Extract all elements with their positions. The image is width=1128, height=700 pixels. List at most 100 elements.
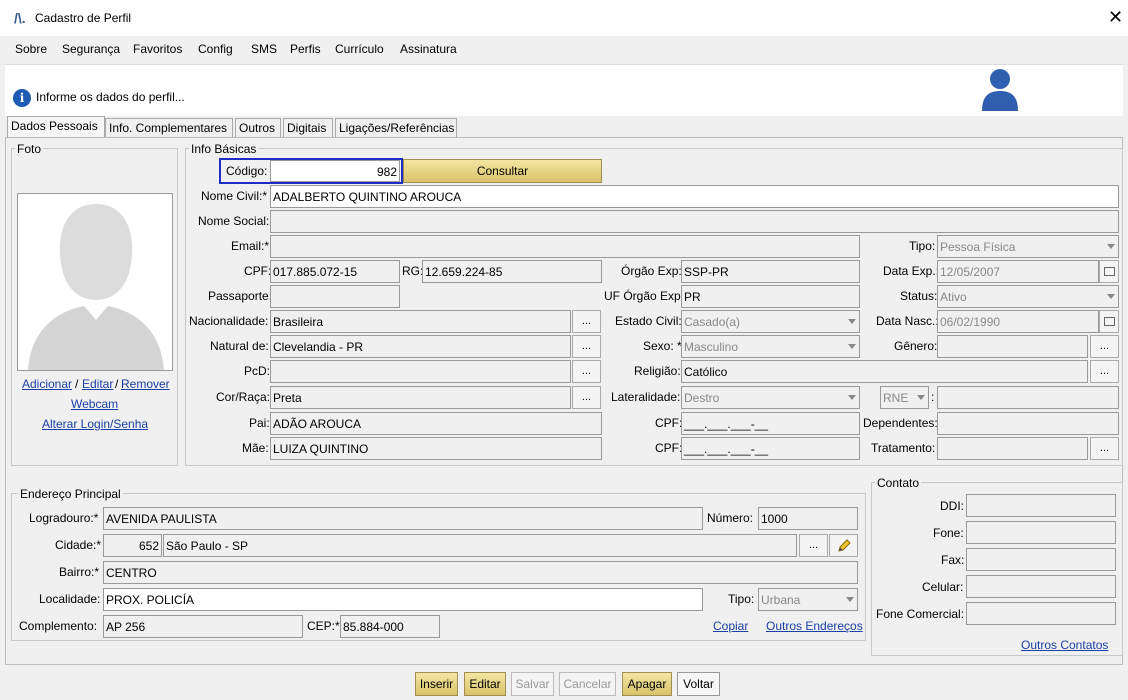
natural-lookup-button[interactable]: ... bbox=[572, 335, 601, 358]
orgao-exp-input[interactable]: SSP-PR bbox=[681, 260, 860, 283]
tratamento-lookup-button[interactable]: ... bbox=[1090, 437, 1119, 460]
data-nasc-calendar-button[interactable] bbox=[1099, 310, 1119, 333]
status-label: Status: bbox=[900, 289, 938, 303]
consultar-button[interactable]: Consultar bbox=[403, 159, 602, 183]
tab-ligacoes-referencias[interactable]: Ligações/Referências bbox=[335, 118, 457, 138]
cidade-edit-button[interactable] bbox=[829, 534, 858, 557]
numero-input[interactable]: 1000 bbox=[758, 507, 858, 530]
status-value: Ativo bbox=[940, 290, 967, 304]
genero-label: Gênero: bbox=[894, 339, 938, 353]
pai-input[interactable]: ADÃO AROUCA bbox=[270, 412, 602, 435]
cpf-mae-input[interactable]: ___.___.___-__ bbox=[681, 437, 860, 460]
close-icon[interactable]: ✕ bbox=[1108, 7, 1123, 28]
editar-photo-link[interactable]: Editar bbox=[82, 377, 113, 391]
lateralidade-label: Lateralidade: bbox=[611, 390, 681, 404]
editar-button[interactable]: Editar bbox=[464, 672, 506, 696]
email-label: Email:* bbox=[231, 239, 270, 253]
cor-raca-lookup-button[interactable]: ... bbox=[572, 386, 601, 409]
voltar-button[interactable]: Voltar bbox=[677, 672, 720, 696]
bairro-input[interactable]: CENTRO bbox=[103, 561, 858, 584]
tab-outros[interactable]: Outros bbox=[235, 118, 281, 138]
menu-sms[interactable]: SMS bbox=[251, 42, 277, 56]
uf-orgao-input[interactable]: PR bbox=[681, 285, 860, 308]
nacionalidade-input[interactable]: Brasileira bbox=[270, 310, 571, 333]
pencil-icon bbox=[837, 539, 851, 552]
menu-favoritos[interactable]: Favoritos bbox=[133, 42, 182, 56]
rne-input[interactable] bbox=[937, 386, 1119, 409]
alterar-login-link[interactable]: Alterar Login/Senha bbox=[42, 417, 148, 431]
pai-label: Pai: bbox=[249, 416, 270, 430]
nome-social-input[interactable] bbox=[270, 210, 1119, 233]
nacionalidade-lookup-button[interactable]: ... bbox=[572, 310, 601, 333]
salvar-button[interactable]: Salvar bbox=[511, 672, 554, 696]
menu-sobre[interactable]: Sobre bbox=[15, 42, 47, 56]
tab-info-complementares[interactable]: Info. Complementares bbox=[105, 118, 233, 138]
natural-label: Natural de: bbox=[210, 339, 269, 353]
natural-input[interactable]: Clevelandia - PR bbox=[270, 335, 571, 358]
tab-dados-pessoais[interactable]: Dados Pessoais bbox=[7, 116, 105, 138]
cidade-codigo-input[interactable]: 652 bbox=[103, 534, 162, 557]
fone-comercial-input[interactable] bbox=[966, 602, 1116, 625]
genero-input[interactable] bbox=[937, 335, 1088, 358]
logradouro-input[interactable]: AVENIDA PAULISTA bbox=[103, 507, 703, 530]
email-input[interactable] bbox=[270, 235, 860, 258]
cor-raca-input[interactable]: Preta bbox=[270, 386, 571, 409]
data-nasc-input[interactable]: 06/02/1990 bbox=[937, 310, 1099, 333]
data-exp-input[interactable]: 12/05/2007 bbox=[937, 260, 1099, 283]
menu-seguranca[interactable]: Segurança bbox=[62, 42, 120, 56]
lateralidade-select[interactable]: Destro bbox=[681, 386, 860, 409]
celular-label: Celular: bbox=[922, 580, 964, 594]
remover-link[interactable]: Remover bbox=[121, 377, 170, 391]
apagar-button[interactable]: Apagar bbox=[622, 672, 672, 696]
localidade-input[interactable]: PROX. POLICÍA bbox=[103, 588, 703, 611]
estado-civil-value: Casado(a) bbox=[684, 315, 741, 329]
data-exp-calendar-button[interactable] bbox=[1099, 260, 1119, 283]
tipo-select[interactable]: Pessoa Física bbox=[937, 235, 1119, 258]
pcd-input[interactable] bbox=[270, 360, 571, 383]
cidade-lookup-button[interactable]: ... bbox=[799, 534, 828, 557]
codigo-input[interactable]: 982 bbox=[270, 160, 400, 182]
tratamento-input[interactable] bbox=[937, 437, 1088, 460]
cancelar-button[interactable]: Cancelar bbox=[559, 672, 616, 696]
menu-assinatura[interactable]: Assinatura bbox=[400, 42, 457, 56]
passaporte-input[interactable] bbox=[270, 285, 400, 308]
complemento-input[interactable]: AP 256 bbox=[103, 615, 303, 638]
nome-civil-input[interactable]: ADALBERTO QUINTINO AROUCA bbox=[270, 185, 1119, 208]
religiao-input[interactable]: Católico bbox=[681, 360, 1088, 383]
menu-perfis[interactable]: Perfis bbox=[290, 42, 321, 56]
genero-lookup-button[interactable]: ... bbox=[1090, 335, 1119, 358]
menu-curriculo[interactable]: Currículo bbox=[335, 42, 384, 56]
rne-value: RNE bbox=[883, 391, 909, 405]
rg-input[interactable]: 12.659.224-85 bbox=[422, 260, 602, 283]
rne-select[interactable]: RNE bbox=[880, 386, 929, 409]
fax-input[interactable] bbox=[966, 548, 1116, 571]
app-logo-icon: /\. bbox=[14, 10, 26, 26]
mae-input[interactable]: LUIZA QUINTINO bbox=[270, 437, 602, 460]
cidade-input[interactable]: São Paulo - SP bbox=[163, 534, 797, 557]
tab-digitais[interactable]: Digitais bbox=[283, 118, 333, 138]
estado-civil-select[interactable]: Casado(a) bbox=[681, 310, 860, 333]
ddi-input[interactable] bbox=[966, 494, 1116, 517]
copiar-link[interactable]: Copiar bbox=[713, 619, 748, 633]
celular-input[interactable] bbox=[966, 575, 1116, 598]
pcd-lookup-button[interactable]: ... bbox=[572, 360, 601, 383]
dependentes-input[interactable] bbox=[937, 412, 1119, 435]
endereco-tipo-select[interactable]: Urbana bbox=[758, 588, 858, 611]
cpf-pai-input[interactable]: ___.___.___-__ bbox=[681, 412, 860, 435]
adicionar-link[interactable]: Adicionar bbox=[22, 377, 72, 391]
cep-input[interactable]: 85.884-000 bbox=[340, 615, 440, 638]
outros-contatos-link[interactable]: Outros Contatos bbox=[1021, 638, 1108, 652]
fone-input[interactable] bbox=[966, 521, 1116, 544]
status-select[interactable]: Ativo bbox=[937, 285, 1119, 308]
outros-enderecos-link[interactable]: Outros Endereços bbox=[766, 619, 863, 633]
religiao-lookup-button[interactable]: ... bbox=[1090, 360, 1119, 383]
webcam-link[interactable]: Webcam bbox=[71, 397, 118, 411]
cpf-pai-label: CPF: bbox=[655, 416, 683, 430]
sexo-select[interactable]: Masculino bbox=[681, 335, 860, 358]
inserir-button[interactable]: Inserir bbox=[415, 672, 458, 696]
rne-separator: : bbox=[931, 390, 935, 404]
religiao-label: Religião: bbox=[634, 364, 681, 378]
menu-config[interactable]: Config bbox=[198, 42, 233, 56]
complemento-label: Complemento: bbox=[19, 619, 98, 633]
cpf-input[interactable]: 017.885.072-15 bbox=[270, 260, 400, 283]
